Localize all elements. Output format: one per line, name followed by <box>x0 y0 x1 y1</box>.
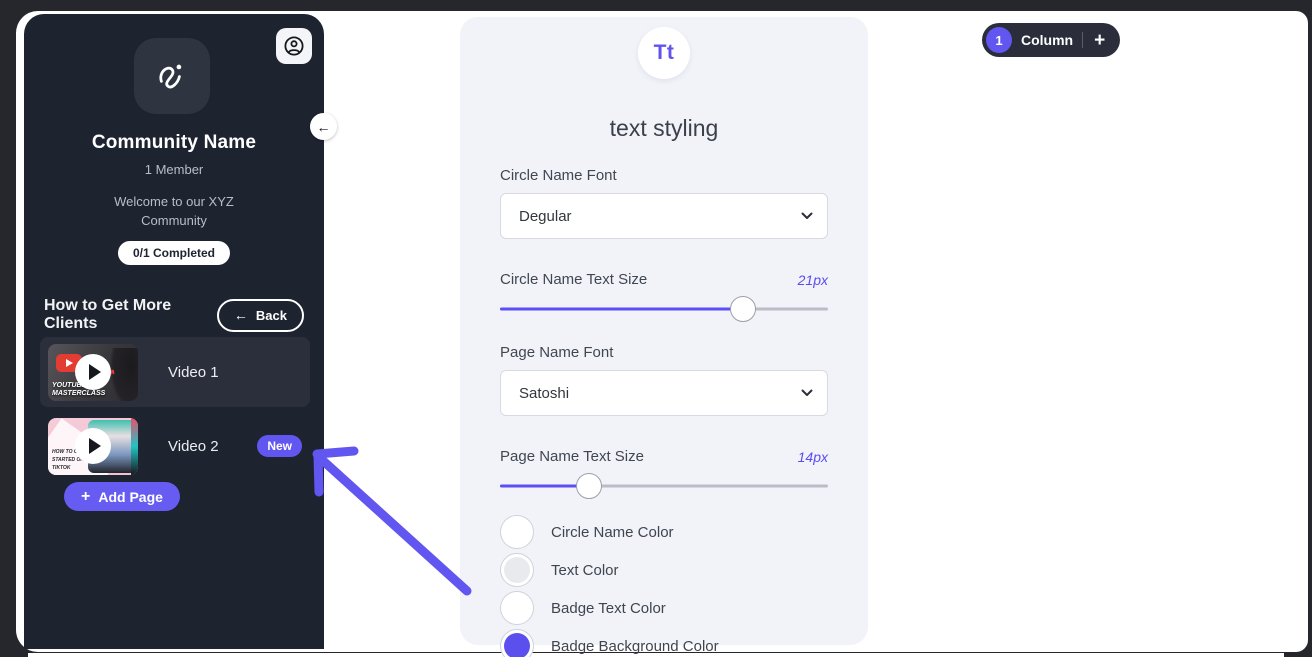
circle-name-size-value: 21px <box>798 272 828 288</box>
page-name-size-value: 14px <box>798 449 828 465</box>
section-header: How to Get More Clients ← Back <box>44 297 304 333</box>
member-count: 1 Member <box>24 162 324 177</box>
color-swatch[interactable] <box>500 515 534 549</box>
circle-name-color-option[interactable]: Circle Name Color <box>500 515 828 549</box>
community-logo <box>134 38 210 114</box>
video-title: Video 1 <box>168 364 219 381</box>
collapse-sidebar-button[interactable]: ← <box>310 113 337 140</box>
divider <box>1082 32 1083 48</box>
text-styling-card: Tt text styling Circle Name Font Degular… <box>460 17 868 645</box>
play-button-icon[interactable] <box>75 428 111 464</box>
chevron-down-icon <box>801 212 813 220</box>
video-1-thumbnail: ↗ Youtube Masterclass <box>48 344 138 401</box>
phone-edge <box>131 418 138 475</box>
text-styling-icon: Tt <box>638 27 690 79</box>
badge-text-color-option[interactable]: Badge Text Color <box>500 591 828 625</box>
slider-thumb[interactable] <box>576 473 602 499</box>
column-selector[interactable]: 1 Column + <box>982 23 1120 57</box>
color-swatch[interactable] <box>500 553 534 587</box>
plus-icon: + <box>81 488 90 506</box>
slider-thumb[interactable] <box>730 296 756 322</box>
badge-background-color-option[interactable]: Badge Background Color <box>500 629 828 657</box>
community-sidebar: Community Name 1 Member Welcome to our X… <box>24 14 324 649</box>
user-circle-icon <box>282 34 306 58</box>
page-name-font-label: Page Name Font <box>500 344 828 361</box>
chevron-down-icon <box>801 389 813 397</box>
squiggle-icon <box>155 59 189 93</box>
video-title: Video 2 <box>168 438 219 455</box>
text-color-option[interactable]: Text Color <box>500 553 828 587</box>
video-row-1[interactable]: ↗ Youtube Masterclass Video 1 <box>40 337 310 407</box>
progress-badge: 0/1 Completed <box>118 241 230 265</box>
page-name-size-slider[interactable] <box>500 473 828 499</box>
color-swatch[interactable] <box>500 591 534 625</box>
circle-name-size-slider[interactable] <box>500 296 828 322</box>
welcome-text: Welcome to our XYZ Community <box>24 192 324 230</box>
back-button[interactable]: ← Back <box>217 299 304 332</box>
add-page-button[interactable]: + Add Page <box>64 482 180 511</box>
left-arrow-icon: ← <box>317 119 331 135</box>
community-name: Community Name <box>24 132 324 154</box>
circle-name-font-label: Circle Name Font <box>500 167 828 184</box>
new-badge: New <box>257 435 302 457</box>
card-title: text styling <box>460 115 868 142</box>
page-name-font-select[interactable]: Satoshi <box>500 370 828 416</box>
add-column-button[interactable]: + <box>1092 31 1107 50</box>
color-swatch[interactable] <box>500 629 534 657</box>
profile-button[interactable] <box>276 28 312 64</box>
slider-fill <box>500 308 743 311</box>
back-arrow-icon: ← <box>234 308 248 322</box>
video-row-2[interactable]: How to get started on TikTok Video 2 New <box>40 411 310 481</box>
play-button-icon[interactable] <box>75 354 111 390</box>
circle-name-size-label: Circle Name Text Size <box>500 271 647 288</box>
text-styling-form: Circle Name Font Degular Circle Name Tex… <box>500 167 828 657</box>
column-label: Column <box>1021 32 1073 48</box>
column-count-badge: 1 <box>986 27 1012 53</box>
circle-name-font-select[interactable]: Degular <box>500 193 828 239</box>
page-name-size-label: Page Name Text Size <box>500 448 644 465</box>
video-2-thumbnail: How to get started on TikTok <box>48 418 138 475</box>
section-title: How to Get More Clients <box>44 297 217 333</box>
color-options: Circle Name Color Text Color Badge Text … <box>500 515 828 657</box>
